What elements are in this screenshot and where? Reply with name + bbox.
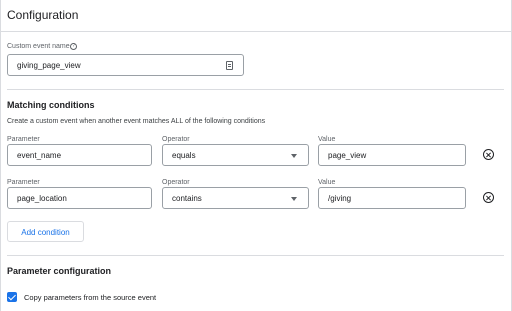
panel-header: Configuration xyxy=(1,0,511,32)
condition-1-value-field[interactable]: page_view xyxy=(318,144,466,166)
condition-1-operator-value: equals xyxy=(172,151,196,160)
condition-2-parameter-field[interactable]: page_location xyxy=(7,187,152,209)
condition-1-operator-select[interactable]: equals xyxy=(162,144,309,166)
page-title: Configuration xyxy=(7,8,79,22)
condition-2-value-field[interactable]: /giving xyxy=(318,187,466,209)
divider xyxy=(7,89,504,90)
parameter-label: Parameter xyxy=(7,136,40,143)
divider xyxy=(7,255,504,256)
copy-parameters-checkbox[interactable] xyxy=(7,292,17,302)
remove-circle-icon[interactable] xyxy=(483,149,494,160)
value-label: Value xyxy=(318,179,336,186)
custom-event-name-label: Custom event name xyxy=(7,43,70,50)
chevron-down-icon xyxy=(291,197,297,201)
custom-event-name-field[interactable]: giving_page_view xyxy=(7,54,244,76)
parameter-label: Parameter xyxy=(7,179,40,186)
condition-2-operator-value: contains xyxy=(172,194,202,203)
operator-label: Operator xyxy=(162,179,190,186)
document-icon xyxy=(226,61,233,70)
matching-conditions-description: Create a custom event when another event… xyxy=(7,118,266,125)
condition-2-value-value: /giving xyxy=(328,194,352,203)
matching-conditions-title: Matching conditions xyxy=(7,100,95,110)
help-circle-icon[interactable]: ? xyxy=(70,43,77,50)
chevron-down-icon xyxy=(291,154,297,158)
parameter-configuration-title: Parameter configuration xyxy=(7,266,112,276)
add-condition-label: Add condition xyxy=(21,228,70,237)
condition-2-parameter-value: page_location xyxy=(17,194,67,203)
configuration-panel: Configuration Custom event name ? giving… xyxy=(0,0,512,311)
remove-circle-icon[interactable] xyxy=(483,192,494,203)
value-label: Value xyxy=(318,136,336,143)
add-condition-button[interactable]: Add condition xyxy=(7,221,84,242)
condition-1-value-value: page_view xyxy=(328,151,367,160)
condition-1-parameter-value: event_name xyxy=(17,151,62,160)
operator-label: Operator xyxy=(162,136,190,143)
condition-1-parameter-field[interactable]: event_name xyxy=(7,144,152,166)
custom-event-name-value: giving_page_view xyxy=(17,61,81,70)
copy-parameters-label: Copy parameters from the source event xyxy=(24,293,157,302)
condition-2-operator-select[interactable]: contains xyxy=(162,187,309,209)
